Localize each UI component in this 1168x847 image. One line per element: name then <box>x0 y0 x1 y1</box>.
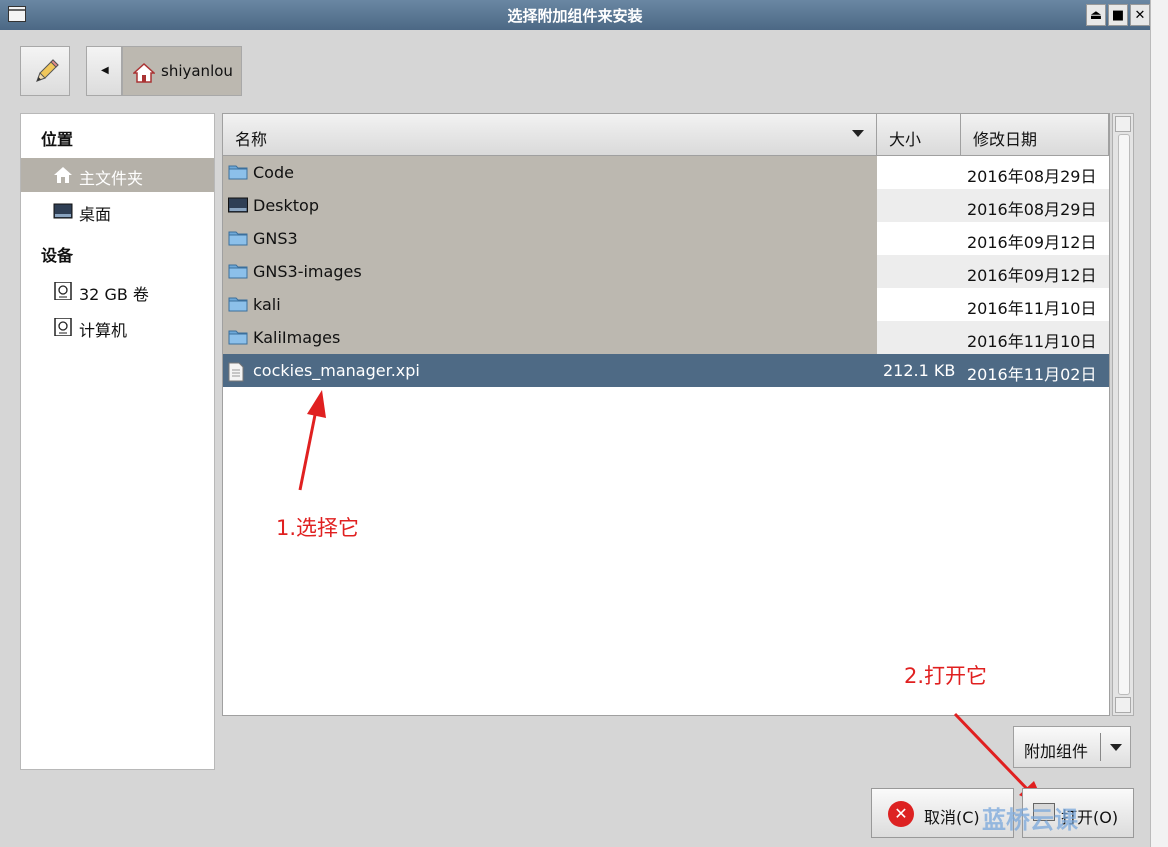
scroll-up-button[interactable] <box>1115 116 1131 132</box>
maximize-button[interactable]: ■ <box>1108 4 1128 26</box>
column-header-size[interactable]: 大小 <box>877 114 961 156</box>
annotation-step-2: 2.打开它 <box>904 664 988 688</box>
sidebar-item-label: 32 GB 卷 <box>79 285 149 304</box>
file-row[interactable]: Desktop 2016年08月29日 <box>223 189 1109 222</box>
column-header-modified[interactable]: 修改日期 <box>961 114 1109 156</box>
left-arrow-icon: ◀ <box>101 65 109 76</box>
background-window-edge <box>1150 0 1168 847</box>
file-row[interactable]: cockies_manager.xpi 212.1 KB 2016年11月02日 <box>223 354 1109 387</box>
file-name: GNS3 <box>253 229 298 248</box>
desktop-icon <box>53 203 73 219</box>
path-crumb-home[interactable]: shiyanlou <box>122 46 242 96</box>
desktop-folder-icon <box>228 197 248 217</box>
drive-icon <box>54 318 72 336</box>
file-modified: 2016年08月29日 <box>967 167 1097 186</box>
folder-icon <box>228 230 248 250</box>
column-label: 大小 <box>889 130 922 149</box>
vertical-scrollbar[interactable] <box>1112 113 1134 716</box>
filter-label: 附加组件 <box>1024 742 1089 761</box>
file-modified: 2016年11月10日 <box>967 299 1097 318</box>
crumb-label: shiyanlou <box>161 62 233 80</box>
close-button[interactable]: ✕ <box>1130 4 1150 26</box>
window-title: 选择附加组件来安装 <box>507 7 643 25</box>
devices-header: 设备 <box>41 246 74 265</box>
name-cell <box>223 288 877 321</box>
name-cell <box>223 189 877 222</box>
path-back-button[interactable]: ◀ <box>86 46 122 96</box>
filter-separator <box>1100 733 1101 761</box>
sidebar-item-label: 桌面 <box>79 205 112 224</box>
pencil-icon <box>36 59 59 82</box>
file-name: GNS3-images <box>253 262 362 281</box>
file-modified: 2016年11月10日 <box>967 332 1097 351</box>
home-icon <box>54 167 72 183</box>
cancel-label: 取消(C) <box>924 808 980 827</box>
column-label: 修改日期 <box>973 130 1038 149</box>
file-row[interactable]: GNS3 2016年09月12日 <box>223 222 1109 255</box>
file-modified: 2016年09月12日 <box>967 233 1097 252</box>
title-bar: 选择附加组件来安装 ⏏ ■ ✕ <box>0 0 1150 30</box>
name-cell <box>223 222 877 255</box>
sidebar-item-label: 主文件夹 <box>79 169 144 188</box>
folder-icon <box>228 296 248 316</box>
folder-icon <box>228 164 248 184</box>
file-row[interactable]: Code 2016年08月29日 <box>223 156 1109 189</box>
file-modified: 2016年08月29日 <box>967 200 1097 219</box>
file-type-filter[interactable]: 附加组件 <box>1013 726 1131 768</box>
file-icon <box>228 362 244 386</box>
file-row[interactable]: GNS3-images 2016年09月12日 <box>223 255 1109 288</box>
chevron-down-icon <box>1110 744 1122 751</box>
file-modified: 2016年11月02日 <box>967 365 1097 384</box>
file-row[interactable]: kali 2016年11月10日 <box>223 288 1109 321</box>
file-name: KaliImages <box>253 328 341 347</box>
file-name: Desktop <box>253 196 319 215</box>
sidebar-item-volume[interactable]: 32 GB 卷 <box>21 274 214 308</box>
scroll-trough[interactable] <box>1118 134 1130 695</box>
file-size: 212.1 KB <box>883 361 956 380</box>
drive-icon <box>54 282 72 300</box>
file-list[interactable]: 名称 大小 修改日期 Code 2016年08月29日 Desktop 2016年08… <box>222 113 1110 716</box>
column-label: 名称 <box>235 130 268 149</box>
name-cell <box>223 156 877 189</box>
file-name: cockies_manager.xpi <box>253 361 420 380</box>
window-controls: ⏏ ■ ✕ <box>1086 4 1150 26</box>
sidebar-item-desktop[interactable]: 桌面 <box>21 194 214 228</box>
file-row[interactable]: KaliImages 2016年11月10日 <box>223 321 1109 354</box>
file-name: Code <box>253 163 294 182</box>
file-modified: 2016年09月12日 <box>967 266 1097 285</box>
places-header: 位置 <box>41 130 74 149</box>
sidebar-item-computer[interactable]: 计算机 <box>21 310 214 344</box>
type-location-button[interactable] <box>20 46 70 96</box>
cancel-icon: ✕ <box>888 801 914 827</box>
places-sidebar: 位置 主文件夹 桌面 设备 32 GB 卷 计算机 <box>20 113 215 770</box>
sidebar-item-label: 计算机 <box>79 321 128 340</box>
scroll-down-button[interactable] <box>1115 697 1131 713</box>
folder-icon <box>228 329 248 349</box>
annotation-step-1: 1.选择它 <box>276 516 360 540</box>
shade-button[interactable]: ⏏ <box>1086 4 1106 26</box>
home-icon <box>133 63 155 83</box>
file-name: kali <box>253 295 281 314</box>
sort-arrow-icon <box>852 130 864 137</box>
column-header-name[interactable]: 名称 <box>223 114 877 156</box>
watermark-logo: 蓝桥云课 <box>982 806 1078 834</box>
sidebar-item-home[interactable]: 主文件夹 <box>21 158 214 192</box>
folder-icon <box>228 263 248 283</box>
